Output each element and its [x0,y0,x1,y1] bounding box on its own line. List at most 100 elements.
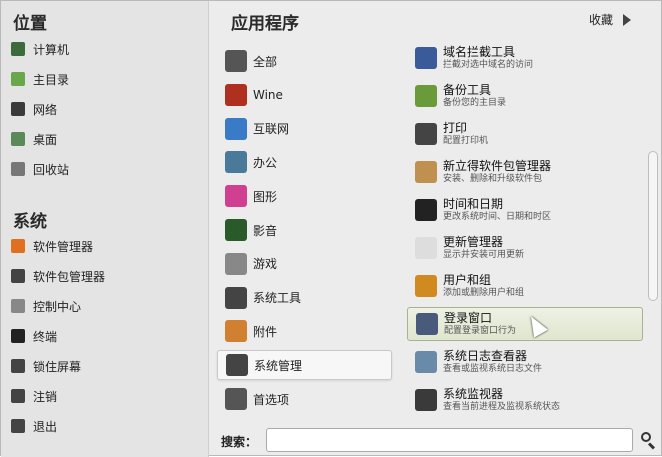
app-item[interactable]: 备份工具 备份您的主目录 [407,79,643,113]
app-name: 新立得软件包管理器 [443,159,552,173]
app-description: 查看或监视系统日志文件 [443,364,543,374]
nav-item[interactable]: 回收站 [11,159,69,179]
category-item[interactable]: 系统管理 [217,350,392,381]
nav-item[interactable]: 软件包管理器 [11,266,105,286]
wine-icon [225,83,247,106]
app-description: 配置登录窗口行为 [444,326,517,336]
computer-icon [11,42,25,56]
shield-icon [415,237,437,259]
category-label: 系统工具 [253,291,302,306]
nav-item[interactable]: 网络 [11,99,57,119]
category-label: 互联网 [253,122,290,137]
power-icon [11,419,25,433]
search-input[interactable] [266,428,633,452]
category-label: 游戏 [253,257,278,272]
nav-item[interactable]: 计算机 [11,39,69,59]
category-item[interactable]: 办公 [217,147,392,177]
nav-item[interactable]: 注销 [11,386,57,406]
applications-title: 应用程序 [231,14,299,34]
nav-item[interactable]: 锁住屏幕 [11,356,81,376]
app-name: 用户和组 [443,273,492,287]
category-item[interactable]: 互联网 [217,114,392,144]
category-item[interactable]: 全部 [217,46,392,76]
app-description: 配置打印机 [443,136,489,146]
app-name: 域名拦截工具 [443,45,516,59]
category-label: 附件 [253,324,278,339]
app-item[interactable]: 时间和日期 更改系统时间、日期和时区 [407,193,643,227]
nav-item[interactable]: 退出 [11,416,57,436]
nav-item-label: 软件包管理器 [33,269,106,284]
app-description: 添加或删除用户和组 [443,288,525,298]
app-description: 查看当前进程及监视系统状态 [443,402,561,412]
app-item[interactable]: 系统监视器 查看当前进程及监视系统状态 [407,383,643,417]
software-manager-icon [11,239,25,253]
lock-icon [11,359,25,373]
app-item[interactable]: 域名拦截工具 拦截对选中域名的访问 [407,41,643,75]
nav-item-label: 软件管理器 [33,239,94,254]
nav-item-label: 控制中心 [33,299,82,314]
category-item[interactable]: 系统工具 [217,283,392,313]
app-name: 打印 [443,121,468,135]
graphics-icon [225,185,247,208]
category-item[interactable]: 游戏 [217,249,392,279]
category-label: 系统管理 [254,358,303,373]
control-center-icon [11,299,25,313]
system-title: 系统 [13,212,47,232]
backup-icon [415,85,437,107]
app-text: 备份工具 备份您的主目录 [443,83,506,109]
desktop-icon [11,132,25,146]
scrollbar-thumb[interactable] [648,151,658,301]
app-item[interactable]: 新立得软件包管理器 安装、删除和升级软件包 [407,155,643,189]
app-description: 拦截对选中域名的访问 [443,60,534,70]
app-text: 登录窗口 配置登录窗口行为 [444,311,516,337]
app-name: 系统日志查看器 [443,349,528,363]
printer-icon [415,123,437,145]
category-item[interactable]: 首选项 [217,384,392,414]
nav-item[interactable]: 控制中心 [11,296,81,316]
search-label: 搜索： [221,435,258,449]
app-item[interactable]: 打印 配置打印机 [407,117,643,151]
category-label: 全部 [253,54,278,69]
category-item[interactable]: 附件 [217,316,392,346]
app-description: 备份您的主目录 [443,98,507,108]
app-name: 备份工具 [443,83,492,97]
games-icon [225,252,247,275]
category-label: 图形 [253,189,278,204]
category-label: 首选项 [253,392,290,407]
preferences-icon [225,388,247,410]
app-text: 时间和日期 更改系统时间、日期和时区 [443,197,551,223]
app-item[interactable]: 系统日志查看器 查看或监视系统日志文件 [407,345,643,379]
nav-item[interactable]: 主目录 [11,69,69,89]
nav-item[interactable]: 软件管理器 [11,236,93,256]
log-viewer-icon [415,351,437,373]
app-text: 更新管理器 显示并安装可用更新 [443,235,524,261]
category-item[interactable]: 图形 [217,181,392,211]
system-tools-icon [225,286,247,309]
system-monitor-icon [415,389,437,411]
favorites-label: 收藏 [589,13,614,27]
favorites-button[interactable]: 收藏 [589,11,632,28]
all-apps-icon [225,50,247,72]
nav-item-label: 主目录 [33,72,70,87]
synaptic-icon [415,161,437,183]
app-item[interactable]: 登录窗口 配置登录窗口行为 [407,307,643,341]
app-item[interactable]: 用户和组 添加或删除用户和组 [407,269,643,303]
nav-item-label: 桌面 [33,132,58,147]
search-icon[interactable] [639,431,657,450]
app-item[interactable]: 更新管理器 显示并安装可用更新 [407,231,643,265]
nav-item-label: 锁住屏幕 [33,359,82,374]
category-item[interactable]: 影音 [217,215,392,245]
category-label: Wine [253,87,283,102]
left-panel: 位置 计算机 主目录 网络 桌面 回收站 系统 软件管理器 软件包管理器 控制中心 终端 锁住屏… [1,1,209,457]
category-label: 影音 [253,223,278,238]
app-list-scrollbar[interactable] [647,41,659,426]
app-description: 显示并安装可用更新 [443,250,525,260]
nav-item[interactable]: 桌面 [11,129,57,149]
app-name: 时间和日期 [443,197,504,211]
app-description: 安装、删除和升级软件包 [443,174,543,184]
nav-item-label: 终端 [33,329,58,344]
logout-icon [11,389,25,403]
nav-item[interactable]: 终端 [11,326,57,346]
users-icon [415,275,437,297]
category-item[interactable]: Wine [217,80,392,110]
